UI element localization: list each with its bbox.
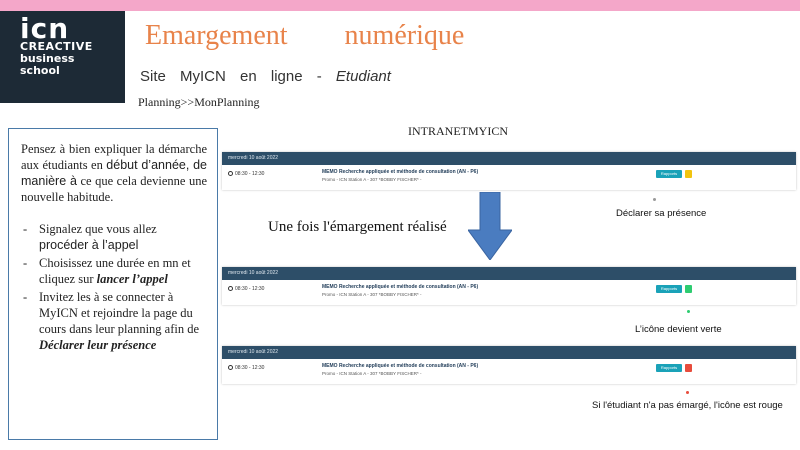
- page-title: Emargement numérique: [145, 20, 465, 51]
- session-time: 08:30 - 12:30: [228, 171, 264, 177]
- instruction-item: Signalez que vous allez procéder à l’app…: [21, 221, 207, 253]
- callout-green: L’icône devient verte: [635, 324, 722, 335]
- panel-date-header: mercredi 10 août 2022: [222, 152, 796, 165]
- item2-emphasis: lancer l’appel: [96, 272, 168, 286]
- clock-icon: [228, 365, 233, 371]
- panel-body: 08:30 - 12:30 MEMO Recherche appliquée e…: [222, 359, 796, 384]
- down-arrow-icon: [468, 192, 512, 260]
- time-text: 08:30 - 12:30: [235, 365, 265, 371]
- instructions-intro: Pensez à bien expliquer la démarche aux …: [21, 141, 207, 205]
- subtitle-role: Etudiant: [335, 68, 391, 85]
- time-text: 08:30 - 12:30: [235, 171, 265, 177]
- declare-presence-icon[interactable]: [685, 170, 692, 178]
- time-text: 08:30 - 12:30: [235, 286, 265, 292]
- icn-logo: icn CREACTIVE business school: [0, 11, 125, 103]
- item1-text: Signalez que vous allez: [39, 222, 157, 236]
- presence-missing-icon[interactable]: [685, 364, 692, 372]
- instruction-item: Invitez les à se connecter à MyICN et re…: [21, 289, 207, 353]
- course-meta: Promo - ICN Station A - 307 *BOBBY FISCH…: [322, 292, 422, 297]
- course-title[interactable]: MEMO Recherche appliquée et méthode de c…: [322, 363, 478, 369]
- reports-button[interactable]: Rapports: [656, 170, 682, 178]
- course-panel-absent: mercredi 10 août 2022 08:30 - 12:30 MEMO…: [222, 346, 796, 384]
- course-panel-pending: mercredi 10 août 2022 08:30 - 12:30 MEMO…: [222, 152, 796, 190]
- callout-declare: Déclarer sa présence: [616, 208, 707, 219]
- callout-dot: [653, 198, 656, 201]
- session-time: 08:30 - 12:30: [228, 286, 264, 292]
- item1-text-2: procéder à l’appel: [39, 238, 139, 252]
- reports-button[interactable]: Rapports: [656, 364, 682, 372]
- panel-body: 08:30 - 12:30 MEMO Recherche appliquée e…: [222, 165, 796, 190]
- panel-date-header: mercredi 10 août 2022: [222, 267, 796, 280]
- course-meta: Promo - ICN Station A - 307 *BOBBY FISCH…: [322, 371, 422, 376]
- item3-emphasis: Déclarer leur présence: [39, 338, 157, 352]
- presence-confirmed-icon[interactable]: [685, 285, 692, 293]
- item3-text: Invitez les à se connecter à MyICN et re…: [39, 290, 200, 336]
- instructions-box: Pensez à bien expliquer la démarche aux …: [8, 128, 218, 440]
- logo-school-text: school: [20, 64, 60, 77]
- page-subtitle: Site MyICN en ligne - Etudiant: [140, 68, 391, 85]
- callout-dot: [686, 391, 689, 394]
- instructions-list: Signalez que vous allez procéder à l’app…: [21, 221, 207, 353]
- clock-icon: [228, 171, 233, 177]
- course-title[interactable]: MEMO Recherche appliquée et méthode de c…: [322, 284, 478, 290]
- course-title[interactable]: MEMO Recherche appliquée et méthode de c…: [322, 169, 478, 175]
- intranet-label: INTRANETMYICN: [408, 124, 508, 138]
- callout-red: Si l'étudiant n'a pas émargé, l'icône es…: [592, 400, 783, 411]
- instruction-item: Choisissez une durée en mn et cliquez su…: [21, 255, 207, 287]
- logo-icn-text: icn: [20, 12, 70, 45]
- clock-icon: [228, 286, 233, 292]
- course-panel-signed: mercredi 10 août 2022 08:30 - 12:30 MEMO…: [222, 267, 796, 305]
- breadcrumb: Planning>>MonPlanning: [138, 95, 260, 109]
- panel-body: 08:30 - 12:30 MEMO Recherche appliquée e…: [222, 280, 796, 305]
- transition-text: Une fois l'émargement réalisé: [268, 219, 447, 235]
- course-meta: Promo - ICN Station A - 307 *BOBBY FISCH…: [322, 177, 422, 182]
- panel-date-header: mercredi 10 août 2022: [222, 346, 796, 359]
- callout-dot: [687, 310, 690, 313]
- top-accent-bar: [0, 0, 800, 11]
- session-time: 08:30 - 12:30: [228, 365, 264, 371]
- reports-button[interactable]: Rapports: [656, 285, 682, 293]
- subtitle-main: Site MyICN en ligne -: [140, 68, 322, 85]
